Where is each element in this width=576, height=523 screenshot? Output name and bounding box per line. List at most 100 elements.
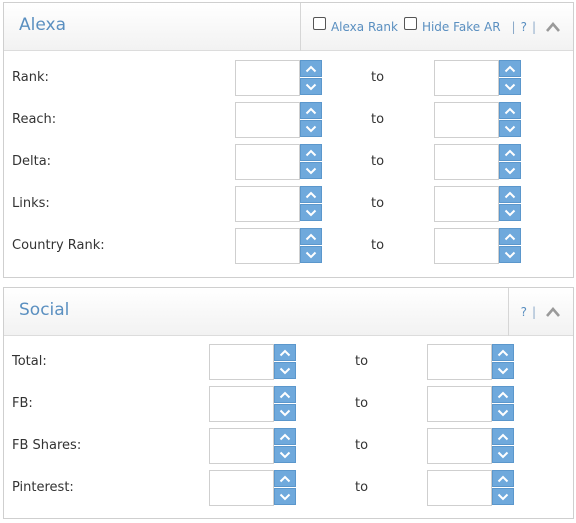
range-to-label: to [371,70,385,85]
increment-button[interactable] [274,428,296,445]
filter-row-label: Rank: [12,70,49,85]
max-value-input[interactable] [434,186,499,222]
max-spinner [427,386,514,422]
decrement-button[interactable] [492,362,514,379]
chevron-up-icon[interactable] [545,21,561,33]
increment-button[interactable] [492,428,514,445]
min-spinner [209,470,296,506]
decrement-button[interactable] [300,246,322,263]
max-spinner [434,228,521,264]
min-value-input[interactable] [209,428,274,464]
chevron-up-icon [504,107,516,114]
filter-row-label: Reach: [12,112,57,127]
filter-row-label: Links: [12,196,50,211]
chevron-down-icon [504,125,516,132]
chevron-down-icon [279,493,291,500]
increment-button[interactable] [499,144,521,161]
chevron-down-icon [279,409,291,416]
max-value-input[interactable] [427,470,492,506]
min-value-input[interactable] [235,102,300,138]
hide-fake-ar-option[interactable]: Hide Fake AR [403,16,501,34]
increment-button[interactable] [499,228,521,245]
filter-row-label: Pinterest: [12,480,74,495]
filter-row-label: FB Shares: [12,438,82,453]
decrement-button[interactable] [300,204,322,221]
increment-button[interactable] [300,102,322,119]
min-value-input[interactable] [209,344,274,380]
max-value-input[interactable] [434,102,499,138]
range-to-label: to [355,354,369,369]
min-value-input[interactable] [235,186,300,222]
increment-button[interactable] [274,344,296,361]
chevron-up-icon [305,149,317,156]
alexa-rank-checkbox[interactable] [312,16,326,30]
decrement-button[interactable] [300,120,322,137]
filter-row: Delta: to [4,144,573,182]
chevron-up-icon[interactable] [545,306,561,318]
max-spinner [434,144,521,180]
min-value-input[interactable] [209,470,274,506]
chevron-up-icon [497,475,509,482]
max-value-input[interactable] [427,386,492,422]
decrement-button[interactable] [492,488,514,505]
min-spinner [209,344,296,380]
decrement-button[interactable] [300,162,322,179]
max-value-input[interactable] [434,144,499,180]
increment-button[interactable] [492,386,514,403]
increment-button[interactable] [492,470,514,487]
increment-button[interactable] [499,102,521,119]
increment-button[interactable] [499,60,521,77]
min-spinner [235,144,322,180]
decrement-button[interactable] [499,162,521,179]
hide-fake-ar-checkbox[interactable] [403,16,417,30]
min-value-input[interactable] [235,228,300,264]
chevron-down-icon [504,83,516,90]
max-value-input[interactable] [434,228,499,264]
filter-row: Links: to [4,186,573,224]
alexa-help-link[interactable]: ? [521,20,527,34]
chevron-down-icon [305,167,317,174]
min-spinner [235,102,322,138]
min-value-input[interactable] [209,386,274,422]
increment-button[interactable] [300,186,322,203]
decrement-button[interactable] [274,362,296,379]
increment-button[interactable] [300,228,322,245]
max-value-input[interactable] [427,428,492,464]
decrement-button[interactable] [499,246,521,263]
max-spinner [427,470,514,506]
increment-button[interactable] [274,386,296,403]
chevron-up-icon [504,233,516,240]
decrement-button[interactable] [499,78,521,95]
decrement-button[interactable] [499,120,521,137]
alexa-header-tools: Alexa Rank Hide Fake AR | ? | [299,3,573,51]
decrement-button[interactable] [274,488,296,505]
decrement-button[interactable] [274,446,296,463]
increment-button[interactable] [274,470,296,487]
decrement-button[interactable] [300,78,322,95]
min-value-input[interactable] [235,60,300,96]
alexa-rank-option[interactable]: Alexa Rank [312,16,398,34]
increment-button[interactable] [492,344,514,361]
social-panel: Social ? | Total: to FB: to FB Shares: to Pint… [3,287,574,519]
min-value-input[interactable] [235,144,300,180]
chevron-up-icon [305,65,317,72]
decrement-button[interactable] [274,404,296,421]
chevron-down-icon [305,83,317,90]
decrement-button[interactable] [492,404,514,421]
min-spinner [209,386,296,422]
decrement-button[interactable] [492,446,514,463]
chevron-down-icon [305,251,317,258]
chevron-down-icon [279,367,291,374]
max-value-input[interactable] [427,344,492,380]
social-help-link[interactable]: ? [521,305,527,319]
decrement-button[interactable] [499,204,521,221]
chevron-down-icon [504,251,516,258]
increment-button[interactable] [300,144,322,161]
chevron-up-icon [497,391,509,398]
chevron-down-icon [279,451,291,458]
max-value-input[interactable] [434,60,499,96]
alexa-panel-title: Alexa [19,15,66,35]
increment-button[interactable] [300,60,322,77]
chevron-down-icon [497,367,509,374]
increment-button[interactable] [499,186,521,203]
